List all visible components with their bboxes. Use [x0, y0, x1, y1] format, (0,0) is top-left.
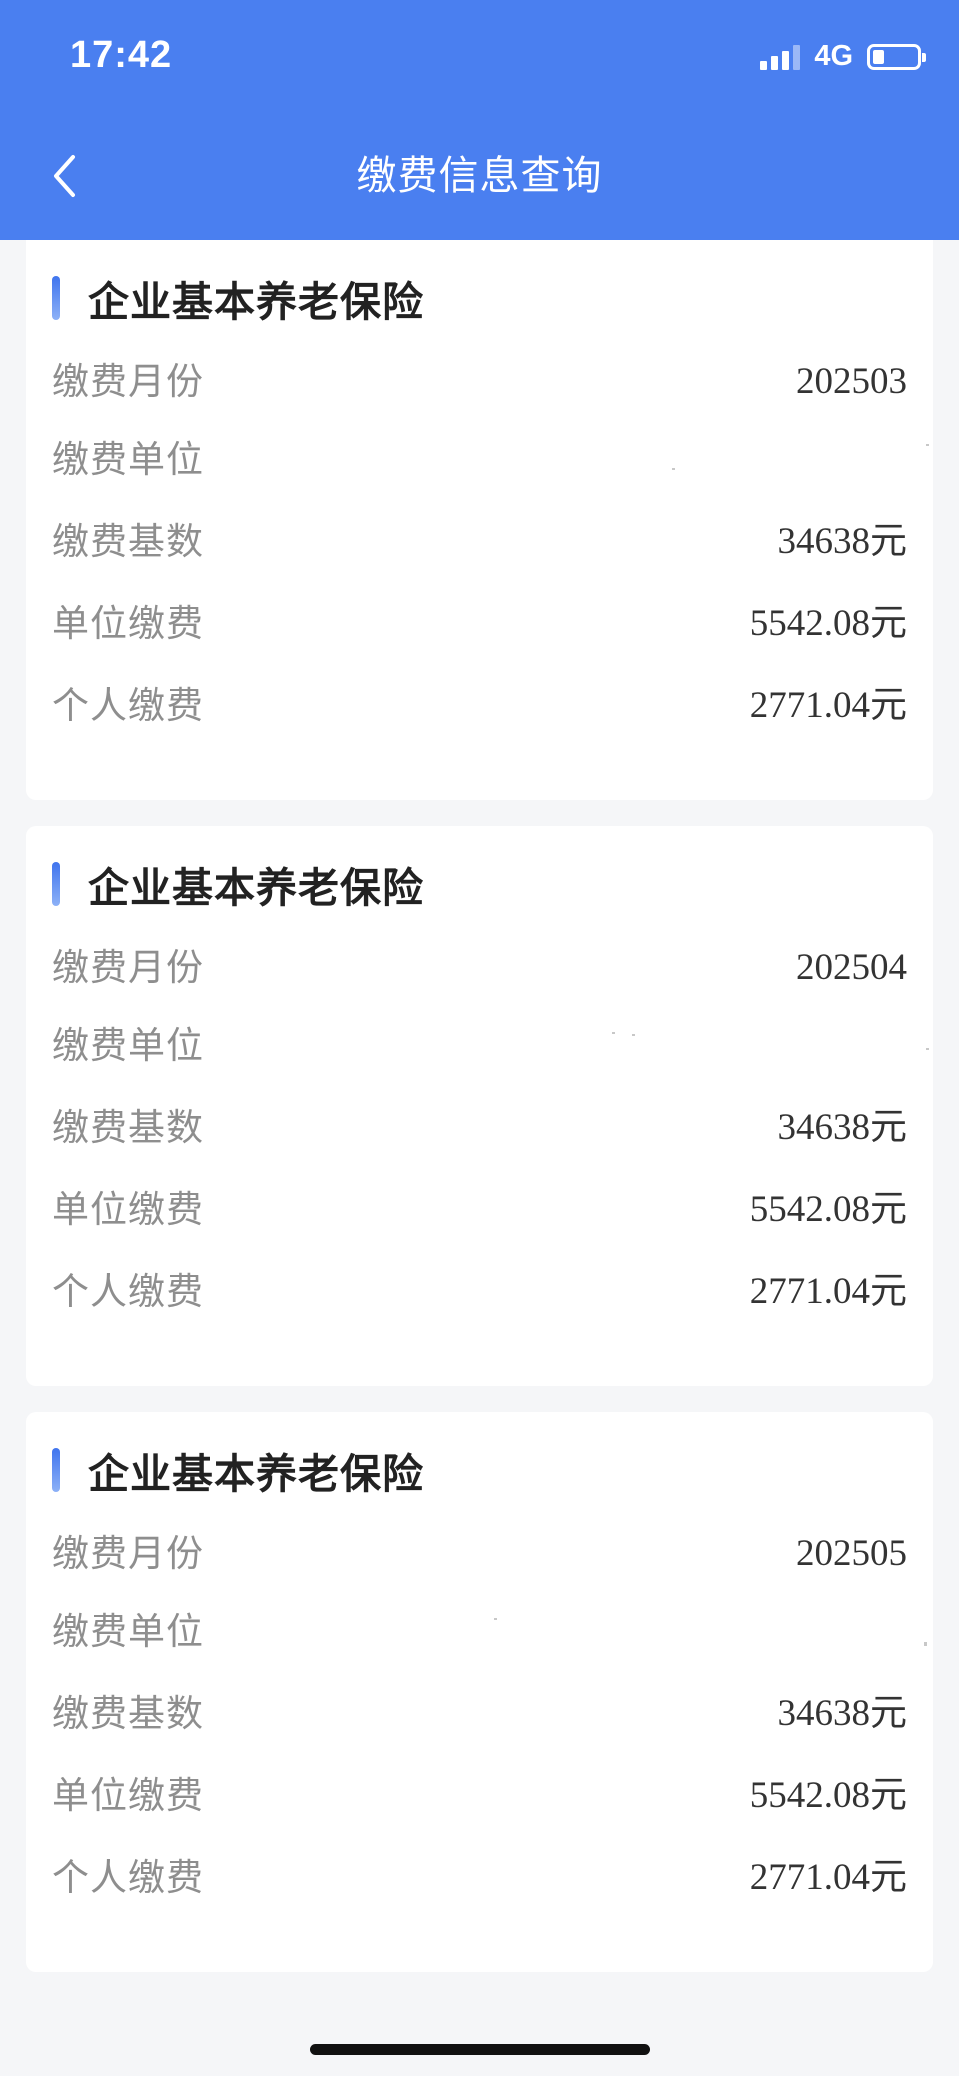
status-time: 17:42	[70, 34, 173, 76]
field-value: 5542.08元	[749, 603, 907, 644]
card-title-text: 企业基本养老保险	[88, 278, 424, 326]
field-value: 5542.08元	[749, 1775, 907, 1816]
card-title: 企业基本养老保险	[52, 860, 424, 912]
card-title-text: 企业基本养老保险	[88, 864, 424, 912]
field-row-employer: 缴费单位	[52, 1020, 933, 1072]
status-indicators: 4G	[760, 40, 926, 73]
field-value: 2771.04元	[749, 1857, 907, 1898]
field-label: 缴费月份	[52, 1532, 204, 1575]
field-row-personal-contribution: 个人缴费 2771.04元	[52, 1266, 933, 1318]
redaction-mark	[924, 1642, 927, 1646]
field-value: 202505	[796, 1533, 907, 1574]
record-card: 企业基本养老保险 缴费月份 202503 缴费单位 缴费基数 34638元 单位…	[26, 240, 933, 800]
redaction-mark	[612, 1032, 615, 1034]
field-value: 202504	[796, 947, 907, 988]
field-label: 缴费月份	[52, 946, 204, 989]
accent-bar	[52, 862, 60, 906]
field-row-employer-contribution: 单位缴费 5542.08元	[52, 1184, 933, 1236]
field-row-base: 缴费基数 34638元	[52, 516, 933, 568]
card-title: 企业基本养老保险	[52, 1446, 424, 1498]
network-label: 4G	[814, 40, 853, 72]
field-value: 202503	[796, 361, 907, 402]
field-label: 单位缴费	[52, 1774, 204, 1817]
field-row-personal-contribution: 个人缴费 2771.04元	[52, 1852, 933, 1904]
redaction-mark	[926, 1048, 929, 1050]
redaction-mark	[632, 1034, 635, 1036]
field-value: 34638元	[777, 1693, 908, 1734]
field-label: 个人缴费	[52, 684, 204, 727]
field-label: 缴费月份	[52, 360, 204, 403]
field-value: 34638元	[777, 1107, 908, 1148]
field-row-employer: 缴费单位	[52, 1606, 933, 1658]
field-label: 个人缴费	[52, 1856, 204, 1899]
record-card: 企业基本养老保险 缴费月份 202505 缴费单位 缴费基数 34638元 单位…	[26, 1412, 933, 1972]
battery-icon	[867, 43, 926, 70]
field-value: 2771.04元	[749, 685, 907, 726]
field-row-employer-contribution: 单位缴费 5542.08元	[52, 1770, 933, 1822]
redaction-mark	[672, 468, 675, 470]
field-label: 缴费基数	[52, 520, 204, 563]
card-title: 企业基本养老保险	[52, 274, 424, 326]
accent-bar	[52, 276, 60, 320]
field-label: 单位缴费	[52, 1188, 204, 1231]
field-row-base: 缴费基数 34638元	[52, 1102, 933, 1154]
field-label: 个人缴费	[52, 1270, 204, 1313]
record-card: 企业基本养老保险 缴费月份 202504 缴费单位 缴费基数 34638元 单位…	[26, 826, 933, 1386]
redaction-mark	[926, 444, 929, 446]
field-row-month: 缴费月份 202504	[52, 942, 933, 994]
page-title: 缴费信息查询	[356, 153, 603, 199]
field-value: 34638元	[777, 521, 908, 562]
field-label: 缴费基数	[52, 1692, 204, 1735]
field-label: 单位缴费	[52, 602, 204, 645]
field-value: 5542.08元	[749, 1189, 907, 1230]
app-header: 17:42 4G 缴费信息查询	[0, 0, 959, 240]
home-indicator[interactable]	[310, 2044, 650, 2055]
field-row-month: 缴费月份 202505	[52, 1528, 933, 1580]
signal-icon	[760, 44, 801, 70]
field-label: 缴费单位	[52, 1610, 204, 1653]
field-row-base: 缴费基数 34638元	[52, 1688, 933, 1740]
field-value: 2771.04元	[749, 1271, 907, 1312]
field-row-employer-contribution: 单位缴费 5542.08元	[52, 598, 933, 650]
field-row-employer: 缴费单位	[52, 434, 933, 486]
accent-bar	[52, 1448, 60, 1492]
field-row-personal-contribution: 个人缴费 2771.04元	[52, 680, 933, 732]
field-label: 缴费单位	[52, 438, 204, 481]
field-label: 缴费基数	[52, 1106, 204, 1149]
card-title-text: 企业基本养老保险	[88, 1450, 424, 1498]
redaction-mark	[494, 1618, 497, 1620]
field-row-month: 缴费月份 202503	[52, 356, 933, 408]
battery-level	[873, 49, 884, 64]
field-label: 缴费单位	[52, 1024, 204, 1067]
